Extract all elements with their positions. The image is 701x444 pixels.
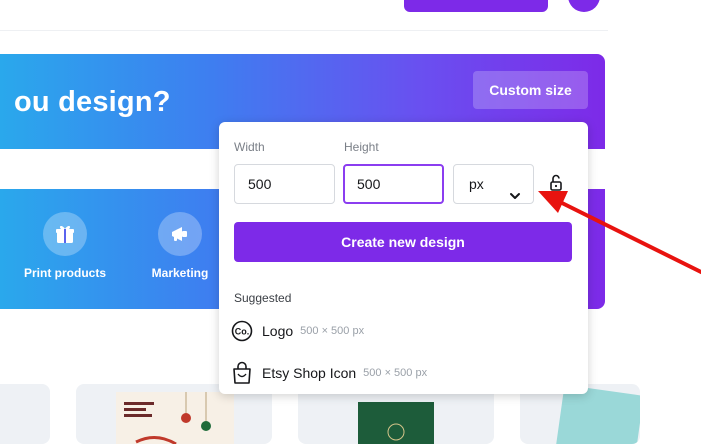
category-marketing[interactable]: Marketing <box>143 212 217 280</box>
category-print-products[interactable]: Print products <box>18 212 112 280</box>
header-create-button[interactable] <box>404 0 548 12</box>
megaphone-icon <box>158 212 202 256</box>
category-label: Print products <box>23 266 106 280</box>
unit-dropdown[interactable]: px <box>453 164 534 204</box>
unlocked-padlock-icon[interactable] <box>549 174 563 197</box>
category-label: Marketing <box>151 266 209 280</box>
width-input[interactable]: 500 <box>234 164 335 204</box>
suggestion-logo[interactable]: Co. Logo 500 × 500 px <box>230 318 364 344</box>
logo-co-icon: Co. <box>230 319 254 343</box>
height-label: Height <box>344 140 379 154</box>
suggestion-dimensions: 500 × 500 px <box>300 325 365 337</box>
hero-title: ou design? <box>14 86 171 118</box>
suggestion-etsy-shop-icon[interactable]: Etsy Shop Icon 500 × 500 px <box>230 360 427 386</box>
suggestion-name: Logo <box>262 323 294 339</box>
height-input[interactable]: 500 <box>343 164 444 204</box>
custom-size-button[interactable]: Custom size <box>473 71 588 109</box>
unit-value: px <box>469 176 484 192</box>
custom-size-panel: Width Height 500 500 px Create new desig… <box>219 122 588 394</box>
suggestion-dimensions: 500 × 500 px <box>363 367 428 379</box>
design-thumbnail[interactable] <box>0 384 50 444</box>
suggestion-name: Etsy Shop Icon <box>262 365 357 381</box>
avatar[interactable] <box>568 0 600 12</box>
gift-icon <box>43 212 87 256</box>
suggested-heading: Suggested <box>234 291 292 305</box>
shopping-bag-icon <box>230 361 254 385</box>
width-label: Width <box>234 140 265 154</box>
holiday-card-preview <box>116 392 234 444</box>
green-card-preview <box>358 402 434 444</box>
svg-text:Co.: Co. <box>235 327 250 337</box>
create-new-design-button[interactable]: Create new design <box>234 222 572 262</box>
chevron-down-icon <box>509 178 521 216</box>
top-header <box>0 0 608 31</box>
